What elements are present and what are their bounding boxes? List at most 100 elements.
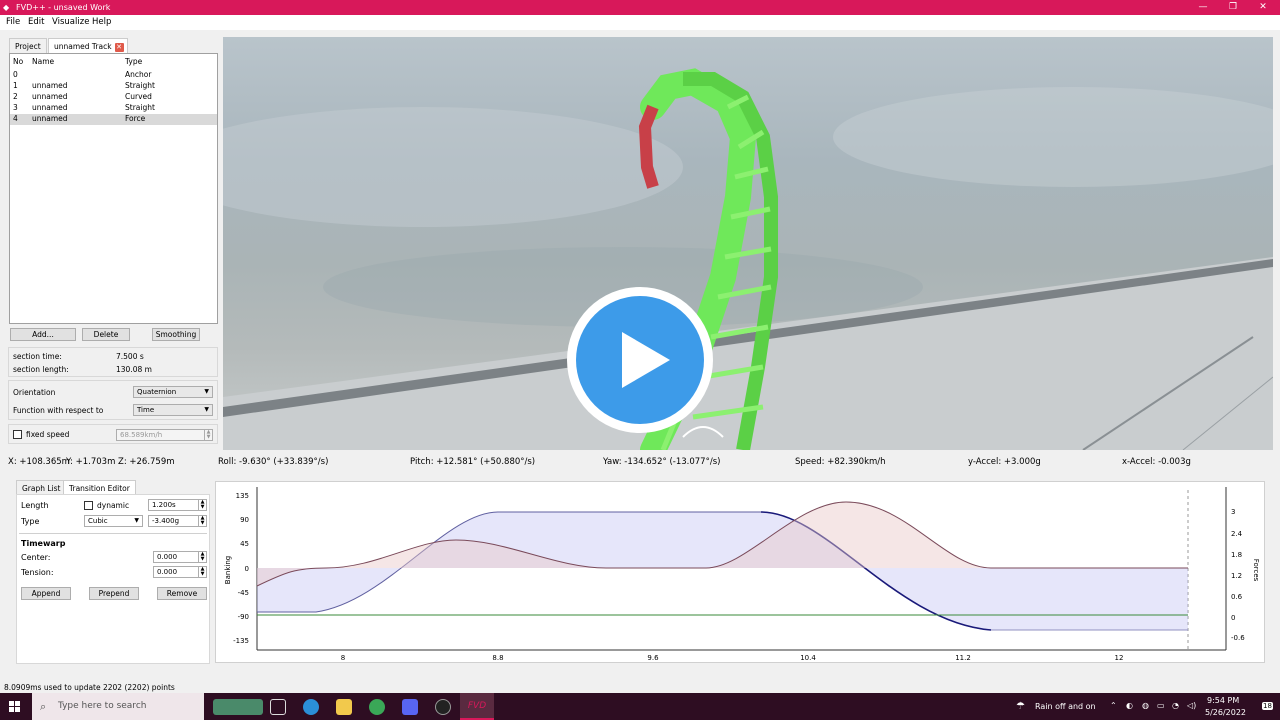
taskbar: ⌕ Type here to search FVD ☂ Rain off and… [0,693,1280,720]
function-graph[interactable]: 135 90 45 0 -45 -90 -135 3 2.4 1.8 1.2 0… [215,481,1265,663]
list-item[interactable]: 2 unnamed Curved [10,92,217,103]
left-tick: 90 [240,516,249,524]
search-placeholder: Type here to search [58,701,147,711]
file-explorer-icon[interactable] [336,699,352,715]
obs-icon[interactable] [435,699,451,715]
item-type: Force [125,114,146,123]
section-info-group: section time: 7.500 s section length: 13… [8,347,218,377]
x-accel-readout: x-Accel: -0.003g [1122,457,1191,467]
close-tab-icon[interactable]: ✕ [114,43,124,52]
left-tick: -90 [238,613,249,621]
right-tick: 0 [1231,614,1235,622]
left-tick: 45 [240,540,249,548]
network-icon[interactable]: ◔ [1172,701,1179,710]
tab-graph-list[interactable]: Graph List [16,480,67,495]
close-button[interactable]: ✕ [1248,1,1278,14]
dynamic-checkbox[interactable] [84,501,93,510]
menu-help[interactable]: Help [92,17,111,27]
type-select[interactable]: Cubic ▼ [84,515,143,527]
x-tick: 10.4 [800,654,816,662]
left-tick: 0 [245,565,249,573]
spin-arrows-icon: ▲ ▼ [198,567,206,577]
tension-input[interactable]: 0.000 ▲ ▼ [153,566,207,578]
battery-icon[interactable]: ▭ [1157,701,1165,710]
maximize-button[interactable]: ❐ [1218,1,1248,14]
orientation-value: Quaternion [137,388,177,396]
x-tick: 12 [1115,654,1124,662]
3d-viewport[interactable] [223,37,1273,450]
list-item-selected[interactable]: 4 unnamed Force [10,114,217,125]
tray-chevron-icon[interactable]: ⌃ [1110,701,1117,710]
remove-button[interactable]: Remove [157,587,207,600]
tab-project[interactable]: Project [9,38,47,53]
coord-z: Z: +26.759m [118,457,175,467]
x-tick: 8 [341,654,345,662]
function-respect-select[interactable]: Time ▼ [133,404,213,416]
item-name: unnamed [32,81,68,90]
fixed-speed-checkbox[interactable] [13,430,22,439]
header-no: No [13,57,24,66]
edge-icon[interactable] [303,699,319,715]
list-item[interactable]: 1 unnamed Straight [10,81,217,92]
x-tick: 8.8 [492,654,503,662]
section-length-label: section length: [13,365,69,374]
volume-icon[interactable]: ◁) [1187,701,1196,710]
item-no: 2 [13,92,18,101]
minimize-button[interactable]: — [1188,1,1218,14]
task-view-icon[interactable] [270,699,286,715]
weather-text[interactable]: Rain off and on [1035,702,1096,711]
tab-track[interactable]: unnamed Track ✕ [48,38,128,53]
window-title: FVD++ - unsaved Work [16,3,111,12]
title-bar: ◆ FVD++ - unsaved Work — ❐ ✕ [0,0,1280,15]
clock-time[interactable]: 9:54 PM [1207,696,1239,705]
fixed-speed-input[interactable]: 68.589km/h ▲ ▼ [116,429,213,441]
highlighted-section [638,104,659,189]
type-amount-input[interactable]: -3.400g ▲ ▼ [148,515,207,527]
menu-visualize[interactable]: Visualize [52,17,89,27]
right-tick: 3 [1231,508,1235,516]
smoothing-button[interactable]: Smoothing [152,328,200,341]
delete-button[interactable]: Delete [82,328,130,341]
tension-label: Tension: [21,568,54,577]
spin-arrows-icon: ▲ ▼ [198,516,206,526]
windows-start-icon[interactable] [9,701,21,713]
fixed-speed-group: fixed speed 68.589km/h ▲ ▼ [8,424,218,444]
item-no: 0 [13,70,18,79]
spin-arrows-icon: ▲ ▼ [204,430,212,440]
add-button[interactable]: Add... [10,328,76,341]
length-input[interactable]: 1.200s ▲ ▼ [148,499,207,511]
play-button[interactable] [567,287,713,433]
chevron-down-icon: ▼ [204,406,209,413]
status-bar-text: 8.0909ms used to update 2202 (2202) poin… [4,683,175,692]
fvd-taskbar-button[interactable]: FVD [460,693,494,720]
center-input[interactable]: 0.000 ▲ ▼ [153,551,207,563]
tab-transition-editor[interactable]: Transition Editor [63,480,136,495]
transition-editor-body: Length dynamic 1.200s ▲ ▼ Type Cubic ▼ -3.4… [16,494,210,664]
tray-app-icon[interactable]: ◐ [1126,701,1133,710]
list-item[interactable]: 0 Anchor [10,70,217,81]
news-widget-icon[interactable] [213,699,263,715]
discord-icon[interactable] [402,699,418,715]
menu-edit[interactable]: Edit [28,17,44,27]
item-no: 3 [13,103,18,112]
orientation-select[interactable]: Quaternion ▼ [133,386,213,398]
list-item[interactable]: 3 unnamed Straight [10,103,217,114]
notification-count[interactable]: 18 [1262,702,1273,710]
append-button[interactable]: Append [21,587,71,600]
tray-app-icon[interactable]: ◍ [1142,701,1149,710]
cloud-shape [833,87,1273,187]
orientation-group: Orientation Quaternion ▼ Function with re… [8,380,218,420]
clock-date[interactable]: 5/26/2022 [1205,708,1246,717]
play-icon [576,296,704,424]
prepend-button[interactable]: Prepend [89,587,139,600]
chrome-icon[interactable] [369,699,385,715]
menu-file[interactable]: File [6,17,20,27]
tab-track-label: unnamed Track [54,42,112,51]
tension-value: 0.000 [157,568,178,576]
chevron-down-icon: ▼ [134,517,139,524]
section-length-value: 130.08 m [116,365,152,374]
y-accel-readout: y-Accel: +3.000g [968,457,1041,467]
speed-readout: Speed: +82.390km/h [795,457,886,467]
left-axis-label: Banking [224,556,232,584]
taskbar-search[interactable]: ⌕ Type here to search [32,693,204,720]
